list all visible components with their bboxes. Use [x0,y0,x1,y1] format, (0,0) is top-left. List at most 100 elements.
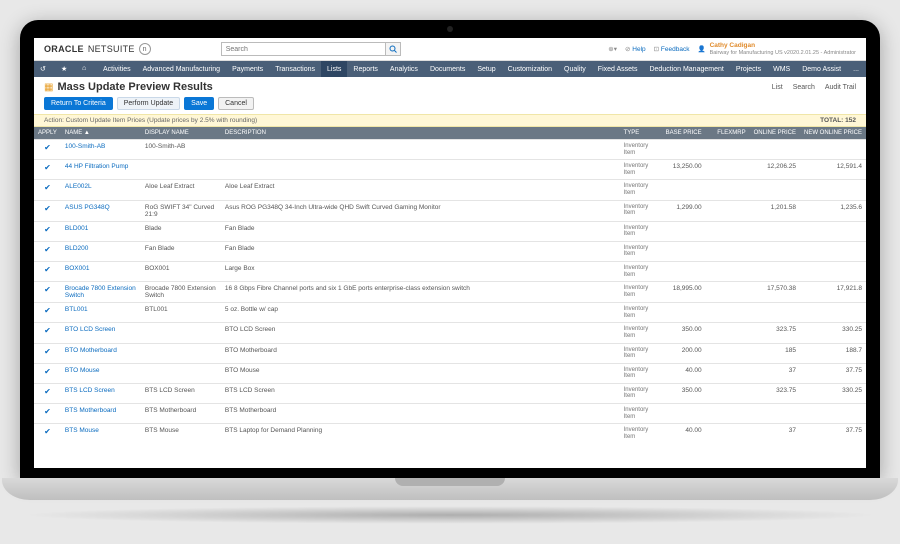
perform-update-button[interactable]: Perform Update [117,97,180,110]
link-audit[interactable]: Audit Trail [825,84,856,91]
nav-item-demo-assist[interactable]: Demo Assist [796,61,847,77]
nav-item-reports[interactable]: Reports [347,61,384,77]
mass-update-icon: ▦ [44,82,53,93]
item-link[interactable]: BTS LCD Screen [65,387,115,394]
nav-item-quality[interactable]: Quality [558,61,592,77]
apply-checkbox[interactable]: ✔ [34,303,61,323]
item-link[interactable]: ASUS PG348Q [65,204,110,211]
apply-checkbox[interactable]: ✔ [34,424,61,444]
cell-base-price: 18,995.00 [662,282,706,303]
cell-name: 44 HP Filtration Pump [61,160,141,180]
item-link[interactable]: BTL001 [65,306,88,313]
nav-item-deduction-management[interactable]: Deduction Management [643,61,729,77]
cell-description: BTS Laptop for Demand Planning [221,424,620,444]
save-button[interactable]: Save [184,97,214,110]
nav-item-analytics[interactable]: Analytics [384,61,424,77]
item-link[interactable]: BTS Motherboard [65,407,116,414]
feedback-link[interactable]: ⊡ Feedback [654,45,690,53]
cell-type: InventoryItem [620,180,662,200]
nav-item-customization[interactable]: Customization [502,61,558,77]
item-link[interactable]: BTO Mouse [65,367,100,374]
col-new-online-price[interactable]: NEW ONLINE PRICE [800,127,866,140]
apply-checkbox[interactable]: ✔ [34,241,61,261]
nav-item--[interactable]: ... [847,61,865,77]
cell-name: Brocade 7800 Extension Switch [61,282,141,303]
cell-new-online-price [800,261,866,281]
nav-item-activities[interactable]: Activities [97,61,137,77]
link-search[interactable]: Search [793,84,815,91]
search-button[interactable] [385,42,401,56]
help-link[interactable]: ⊘ Help [625,45,646,53]
nav-recent-icon[interactable]: ↺ [34,61,55,77]
nav-item-transactions[interactable]: Transactions [269,61,321,77]
cell-type: InventoryItem [620,221,662,241]
user-name: Cathy Cadigan [710,42,856,49]
item-link[interactable]: Brocade 7800 Extension Switch [65,285,136,299]
item-link[interactable]: ALE002L [65,183,92,190]
nav-item-advanced-manufacturing[interactable]: Advanced Manufacturing [137,61,226,77]
item-link[interactable]: BOX001 [65,265,90,272]
cell-new-online-price: 188.7 [800,343,866,363]
item-link[interactable]: BLD001 [65,225,89,232]
col-apply[interactable]: APPLY [34,127,61,140]
col-base-price[interactable]: BASE PRICE [662,127,706,140]
apply-checkbox[interactable]: ✔ [34,160,61,180]
nav-star-icon[interactable]: ★ [55,61,76,77]
apply-checkbox[interactable]: ✔ [34,140,61,160]
nav-item-lists[interactable]: Lists [321,61,347,77]
apply-checkbox[interactable]: ✔ [34,282,61,303]
cancel-button[interactable]: Cancel [218,97,254,110]
apply-checkbox[interactable]: ✔ [34,363,61,383]
item-link[interactable]: BLD200 [65,245,89,252]
link-list[interactable]: List [772,84,783,91]
cell-type: InventoryItem [620,261,662,281]
cell-flexmrp [706,404,750,424]
col-name[interactable]: NAME ▲ [61,127,141,140]
cell-type: InventoryItem [620,160,662,180]
cell-type: InventoryItem [620,424,662,444]
item-link[interactable]: BTO Motherboard [65,347,117,354]
item-link[interactable]: BTO LCD Screen [65,326,115,333]
table-row: ✔BTO MouseBTO MouseInventoryItem40.00373… [34,363,866,383]
item-link[interactable]: 100-Smith-AB [65,143,105,150]
item-link[interactable]: 44 HP Filtration Pump [65,163,128,170]
apply-checkbox[interactable]: ✔ [34,343,61,363]
laptop-shadow [20,506,880,524]
nav-item-payments[interactable]: Payments [226,61,269,77]
col-description[interactable]: DESCRIPTION [221,127,620,140]
globe-icon[interactable]: ⊕▾ [608,45,617,53]
apply-checkbox[interactable]: ✔ [34,383,61,403]
cell-display-name: RoG SWIFT 34" Curved 21:9 [141,200,221,221]
nav-item-projects[interactable]: Projects [730,61,767,77]
cell-display-name: Fan Blade [141,241,221,261]
col-flexmrp[interactable]: FLEXMRP [706,127,750,140]
item-link[interactable]: BTS Mouse [65,427,99,434]
apply-checkbox[interactable]: ✔ [34,261,61,281]
table-row: ✔BTO MotherboardBTO MotherboardInventory… [34,343,866,363]
apply-checkbox[interactable]: ✔ [34,221,61,241]
cell-base-price [662,241,706,261]
col-online-price[interactable]: ONLINE PRICE [750,127,800,140]
col-type[interactable]: TYPE [620,127,662,140]
nav-item-documents[interactable]: Documents [424,61,471,77]
nav-item-setup[interactable]: Setup [471,61,501,77]
apply-checkbox[interactable]: ✔ [34,404,61,424]
apply-checkbox[interactable]: ✔ [34,323,61,343]
search-input[interactable] [221,42,385,56]
nav-item-wms[interactable]: WMS [767,61,796,77]
cell-description: 5 oz. Bottle w/ cap [221,303,620,323]
cell-display-name: BTL001 [141,303,221,323]
col-display-name[interactable]: DISPLAY NAME [141,127,221,140]
apply-checkbox[interactable]: ✔ [34,180,61,200]
cell-display-name: Brocade 7800 Extension Switch [141,282,221,303]
cell-type: InventoryItem [620,343,662,363]
user-block[interactable]: 👤 Cathy Cadigan Bairway for Manufacturin… [697,42,856,55]
cell-display-name: Aloe Leaf Extract [141,180,221,200]
nav-home-icon[interactable]: ⌂ [76,61,97,77]
cell-display-name [141,160,221,180]
nav-item-fixed-assets[interactable]: Fixed Assets [592,61,644,77]
apply-checkbox[interactable]: ✔ [34,200,61,221]
cell-type: InventoryItem [620,383,662,403]
cell-base-price [662,180,706,200]
return-to-criteria-button[interactable]: Return To Criteria [44,97,113,110]
